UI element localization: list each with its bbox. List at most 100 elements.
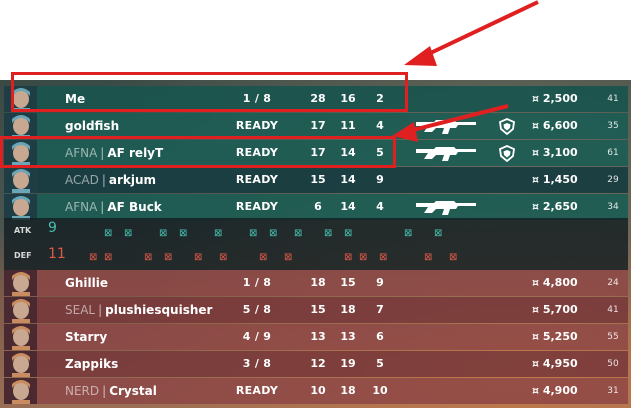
player-row[interactable]: AFNA | AF relyT READY 17 14 5 ¤ 3,100 61 bbox=[4, 140, 628, 166]
player-row[interactable]: NERD | Crystal READY 10 18 10 ¤ 4,900 31 bbox=[4, 378, 628, 404]
heavy-shield-icon bbox=[498, 118, 516, 136]
def-round-icon: ⊠ bbox=[284, 252, 293, 263]
tag-separator: | bbox=[102, 384, 107, 398]
deaths: 11 bbox=[340, 119, 356, 132]
heavy-shield-icon bbox=[498, 145, 516, 163]
player-name-text: goldfish bbox=[65, 119, 120, 133]
deaths: 16 bbox=[340, 92, 356, 105]
tag-separator: | bbox=[101, 173, 106, 187]
atk-round-icon: ⊠ bbox=[104, 228, 113, 239]
deaths: 14 bbox=[340, 146, 356, 159]
atk-score: 9 bbox=[48, 220, 57, 236]
def-round-icon: ⊠ bbox=[164, 252, 173, 263]
player-status: READY bbox=[235, 119, 279, 132]
kills: 6 bbox=[314, 200, 322, 213]
player-row[interactable]: Zappiks 3 / 8 12 19 5 ¤ 4,950 50 bbox=[4, 351, 628, 377]
assists: 9 bbox=[376, 173, 384, 186]
player-status: READY bbox=[235, 384, 279, 397]
tag-separator: | bbox=[98, 303, 103, 317]
def-round-icon: ⊠ bbox=[259, 252, 268, 263]
deaths: 13 bbox=[340, 330, 356, 343]
player-row[interactable]: Starry 4 / 9 13 13 6 ¤ 5,250 55 bbox=[4, 324, 628, 350]
def-round-icon: ⊠ bbox=[344, 252, 353, 263]
assists: 7 bbox=[376, 303, 384, 316]
player-status: 3 / 8 bbox=[242, 357, 272, 370]
assists: 6 bbox=[376, 330, 384, 343]
player-status: READY bbox=[235, 146, 279, 159]
assists: 5 bbox=[376, 357, 384, 370]
def-round-icon: ⊠ bbox=[424, 252, 433, 263]
player-name-text: Crystal bbox=[109, 384, 157, 398]
kills: 28 bbox=[310, 92, 326, 105]
assists: 10 bbox=[372, 384, 388, 397]
rifle-icon bbox=[414, 116, 478, 136]
atk-round-icon: ⊠ bbox=[344, 228, 353, 239]
player-status: 1 / 8 bbox=[242, 276, 272, 289]
player-status: READY bbox=[235, 200, 279, 213]
player-name: NERD | Crystal bbox=[65, 378, 157, 404]
kills: 13 bbox=[310, 330, 326, 343]
player-row[interactable]: Ghillie 1 / 8 18 15 9 ¤ 4,800 24 bbox=[4, 270, 628, 296]
kills: 17 bbox=[310, 146, 326, 159]
atk-round-icon: ⊠ bbox=[404, 228, 413, 239]
atk-round-icon: ⊠ bbox=[214, 228, 223, 239]
credits: ¤ 5,700 bbox=[532, 303, 578, 316]
atk-round-icon: ⊠ bbox=[159, 228, 168, 239]
account-level: 50 bbox=[607, 359, 619, 369]
atk-round-icon: ⊠ bbox=[249, 228, 258, 239]
account-level: 29 bbox=[607, 175, 619, 185]
arrow-head-1 bbox=[404, 46, 437, 66]
def-round-icon: ⊠ bbox=[449, 252, 458, 263]
agent-portrait-icon bbox=[4, 86, 37, 112]
team-tag: ACAD bbox=[65, 173, 99, 187]
account-level: 31 bbox=[607, 386, 619, 396]
account-level: 55 bbox=[607, 332, 619, 342]
credits: ¤ 5,250 bbox=[532, 330, 578, 343]
def-round-icon: ⊠ bbox=[144, 252, 153, 263]
agent-portrait-icon bbox=[4, 297, 37, 323]
atk-round-icon: ⊠ bbox=[179, 228, 188, 239]
credits: ¤ 2,650 bbox=[532, 200, 578, 213]
account-level: 34 bbox=[607, 202, 619, 212]
def-label: DEF bbox=[14, 251, 32, 260]
player-row[interactable]: AFNA | AF Buck READY 6 14 4 ¤ 2,650 34 bbox=[4, 194, 628, 220]
team-tag: SEAL bbox=[65, 303, 96, 317]
player-name: AFNA | AF Buck bbox=[65, 194, 162, 220]
player-name-text: arkjum bbox=[108, 173, 157, 187]
arrow-line-1 bbox=[419, 0, 539, 60]
deaths: 18 bbox=[340, 384, 356, 397]
deaths: 14 bbox=[340, 173, 356, 186]
deaths: 14 bbox=[340, 200, 356, 213]
def-round-icon: ⊠ bbox=[194, 252, 203, 263]
kills: 18 bbox=[310, 276, 326, 289]
def-round-icon: ⊠ bbox=[359, 252, 368, 263]
team-tag: AFNA bbox=[65, 146, 98, 160]
deaths: 18 bbox=[340, 303, 356, 316]
atk-round-icon: ⊠ bbox=[269, 228, 278, 239]
account-level: 61 bbox=[607, 148, 619, 158]
player-row[interactable]: ACAD | arkjum READY 15 14 9 ¤ 1,450 29 bbox=[4, 167, 628, 193]
player-name-text: Zappiks bbox=[65, 357, 119, 371]
atk-round-icon: ⊠ bbox=[294, 228, 303, 239]
account-level: 41 bbox=[607, 94, 619, 104]
credits: ¤ 3,100 bbox=[532, 146, 578, 159]
player-name: AFNA | AF relyT bbox=[65, 140, 163, 166]
player-row[interactable]: goldfish READY 17 11 4 ¤ 6,600 35 bbox=[4, 113, 628, 139]
agent-portrait-icon bbox=[4, 378, 37, 404]
agent-portrait-icon bbox=[4, 351, 37, 377]
player-name: ACAD | arkjum bbox=[65, 167, 156, 193]
agent-portrait-icon bbox=[4, 324, 37, 350]
player-name-text: AF relyT bbox=[107, 146, 164, 160]
player-name: SEAL | plushiesquisher bbox=[65, 297, 212, 323]
player-row[interactable]: SEAL | plushiesquisher 5 / 8 15 18 7 ¤ 5,700 41 bbox=[4, 297, 628, 323]
deaths: 19 bbox=[340, 357, 356, 370]
player-row[interactable]: Me 1 / 8 28 16 2 ¤ 2,500 41 bbox=[4, 86, 628, 112]
player-name-text: plushiesquisher bbox=[105, 303, 213, 317]
player-status: 4 / 9 bbox=[242, 330, 272, 343]
player-name-text: Starry bbox=[65, 330, 108, 344]
def-round-icon: ⊠ bbox=[219, 252, 228, 263]
agent-portrait-icon bbox=[4, 113, 37, 139]
def-round-icon: ⊠ bbox=[89, 252, 98, 263]
kills: 15 bbox=[310, 303, 326, 316]
player-status: 5 / 8 bbox=[242, 303, 272, 316]
